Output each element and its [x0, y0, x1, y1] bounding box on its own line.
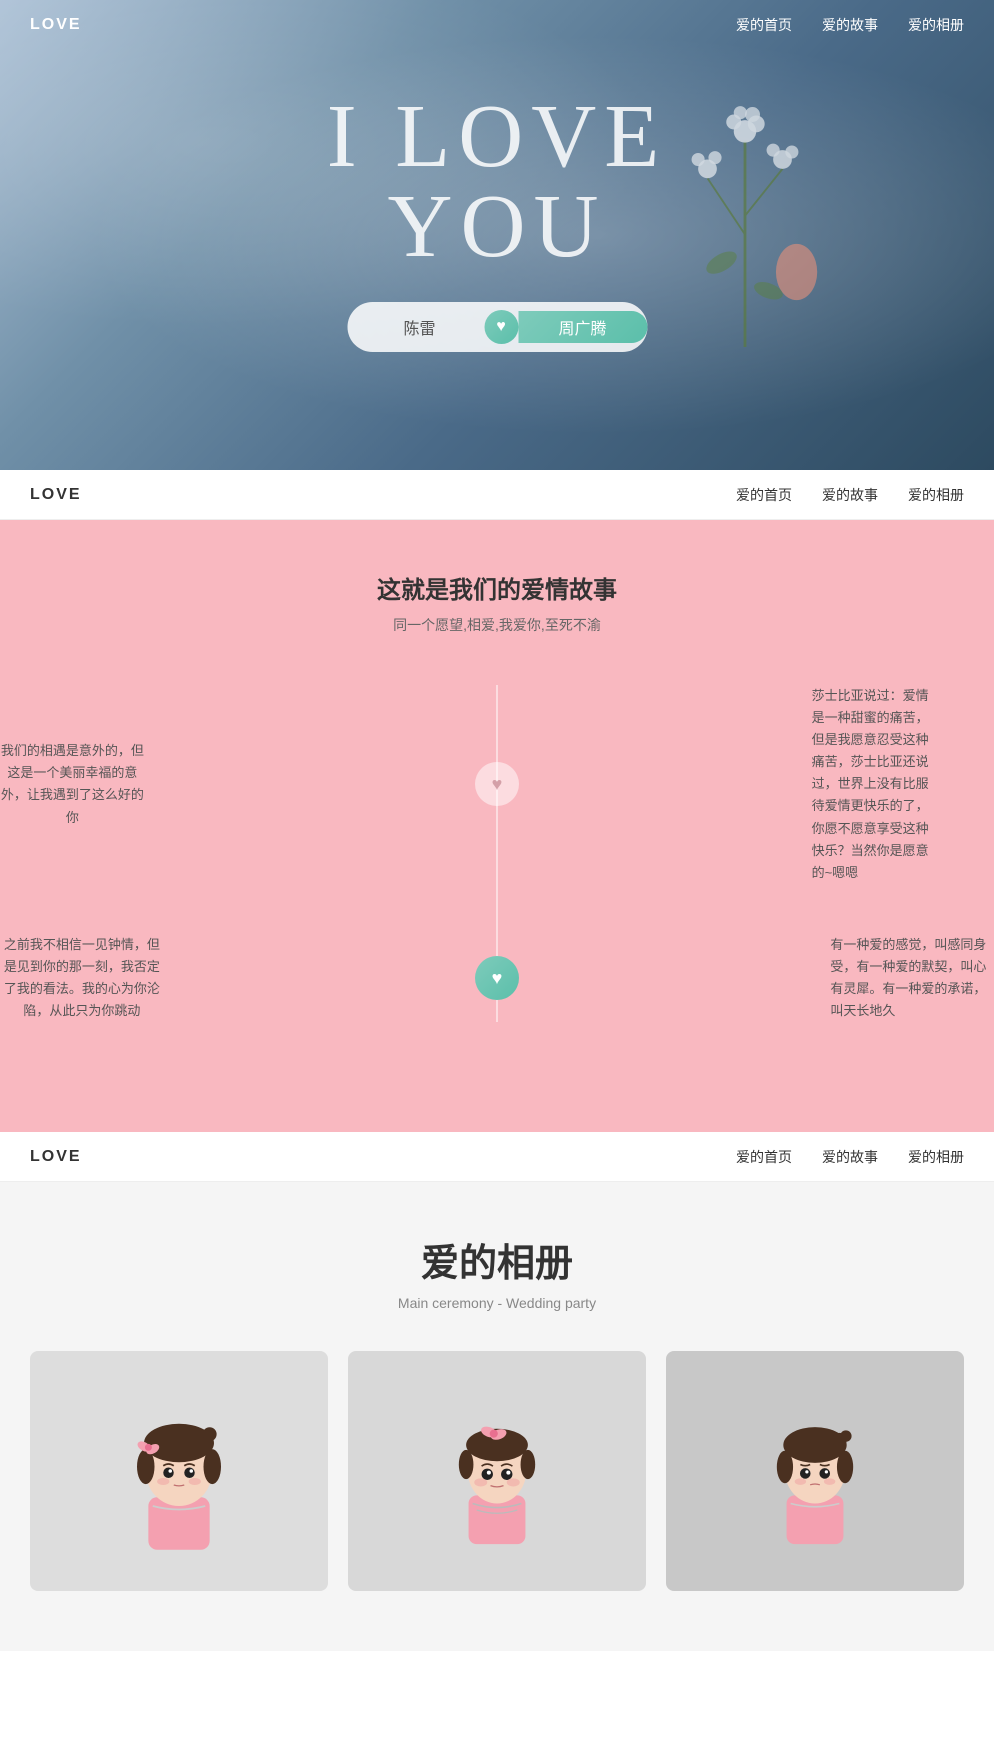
hero-nav-home[interactable]: 爱的首页: [736, 15, 792, 35]
timeline-item-2: 之前我不相信一见钟情，但是见到你的那一刻，我否定了我的看法。我的心为你沦陷，从此…: [0, 934, 994, 1022]
hero-nav-links: 爱的首页 爱的故事 爱的相册: [736, 15, 964, 35]
sticky-nav2-story[interactable]: 爱的故事: [822, 1147, 878, 1167]
sticky-nav2-home[interactable]: 爱的首页: [736, 1147, 792, 1167]
sticky-nav-1: LOVE 爱的首页 爱的故事 爱的相册: [0, 470, 994, 520]
sticky-nav1-album[interactable]: 爱的相册: [908, 485, 964, 505]
hero-name-right: 周广腾: [518, 311, 647, 343]
cartoon-girl-2: [432, 1386, 562, 1556]
timeline-item-1: 我们的相遇是意外的，但这是一个美丽幸福的意外，让我遇到了这么好的你 ♥ 莎士比亚…: [0, 685, 994, 884]
hero-nav-story[interactable]: 爱的故事: [822, 15, 878, 35]
album-subtitle: Main ceremony - Wedding party: [30, 1295, 964, 1311]
timeline-left-text-2: 之前我不相信一见钟情，但是见到你的那一刻，我否定了我的看法。我的心为你沦陷，从此…: [0, 934, 164, 1022]
timeline-icon-2: ♥: [475, 956, 519, 1000]
album-item-2[interactable]: [348, 1351, 646, 1591]
love-story-subtitle: 同一个愿望,相爱,我爱你,至死不渝: [0, 615, 994, 635]
love-story-title: 这就是我们的爱情故事: [0, 570, 994, 605]
album-title: 爱的相册: [30, 1232, 964, 1287]
timeline-text-left-1: 我们的相遇是意外的，但这是一个美丽幸福的意外，让我遇到了这么好的你: [0, 740, 205, 828]
sticky-nav-2: LOVE 爱的首页 爱的故事 爱的相册: [0, 1132, 994, 1182]
cartoon-girl-1: [109, 1381, 249, 1561]
sticky-logo-2: LOVE: [30, 1148, 82, 1166]
album-header: 爱的相册 Main ceremony - Wedding party: [30, 1232, 964, 1311]
sticky-nav1-story[interactable]: 爱的故事: [822, 485, 878, 505]
hero-name-left: 陈雷: [355, 311, 484, 343]
timeline-icon-1: ♥: [475, 762, 519, 806]
hero-logo: LOVE: [30, 16, 82, 34]
timeline: 我们的相遇是意外的，但这是一个美丽幸福的意外，让我遇到了这么好的你 ♥ 莎士比亚…: [0, 685, 994, 1022]
sticky-nav-links-1: 爱的首页 爱的故事 爱的相册: [736, 485, 964, 505]
hero-section: LOVE 爱的首页 爱的故事 爱的相册: [0, 0, 994, 470]
hero-nav-album[interactable]: 爱的相册: [908, 15, 964, 35]
love-story-section: 这就是我们的爱情故事 同一个愿望,相爱,我爱你,至死不渝 我们的相遇是意外的，但…: [0, 520, 994, 1132]
hero-names-bar: 陈雷 ♥ 周广腾: [347, 302, 647, 352]
hero-content: I LOVE YOU 陈雷 ♥ 周广腾: [249, 92, 746, 352]
album-section: 爱的相册 Main ceremony - Wedding party: [0, 1182, 994, 1651]
timeline-text-right-1: 莎士比亚说过：爱情是一种甜蜜的痛苦，但是我愿意忍受这种痛苦，莎士比亚还说过，世界…: [752, 685, 994, 884]
sticky-logo-1: LOVE: [30, 486, 82, 504]
sticky-nav2-album[interactable]: 爱的相册: [908, 1147, 964, 1167]
timeline-right-text-1: 莎士比亚说过：爱情是一种甜蜜的痛苦，但是我愿意忍受这种痛苦，莎士比亚还说过，世界…: [812, 685, 934, 884]
timeline-text-left-2: 之前我不相信一见钟情，但是见到你的那一刻，我否定了我的看法。我的心为你沦陷，从此…: [0, 934, 224, 1022]
timeline-left-text-1: 我们的相遇是意外的，但这是一个美丽幸福的意外，让我遇到了这么好的你: [0, 740, 145, 828]
hero-heart-icon: ♥: [484, 310, 518, 344]
love-story-header: 这就是我们的爱情故事 同一个愿望,相爱,我爱你,至死不渝: [0, 570, 994, 635]
album-item-1[interactable]: [30, 1351, 328, 1591]
hero-background: I LOVE YOU 陈雷 ♥ 周广腾: [0, 0, 994, 470]
timeline-text-right-2: 有一种爱的感觉，叫感同身受，有一种爱的默契，叫心有灵犀。有一种爱的承诺，叫天长地…: [770, 934, 994, 1022]
album-grid: [30, 1351, 964, 1591]
timeline-right-text-2: 有一种爱的感觉，叫感同身受，有一种爱的默契，叫心有灵犀。有一种爱的承诺，叫天长地…: [830, 934, 994, 1022]
cartoon-girl-3: [750, 1386, 880, 1556]
hero-title: I LOVE YOU: [249, 92, 746, 272]
sticky-nav1-home[interactable]: 爱的首页: [736, 485, 792, 505]
hero-navbar: LOVE 爱的首页 爱的故事 爱的相册: [0, 0, 994, 50]
album-item-3[interactable]: [666, 1351, 964, 1591]
sticky-nav-links-2: 爱的首页 爱的故事 爱的相册: [736, 1147, 964, 1167]
